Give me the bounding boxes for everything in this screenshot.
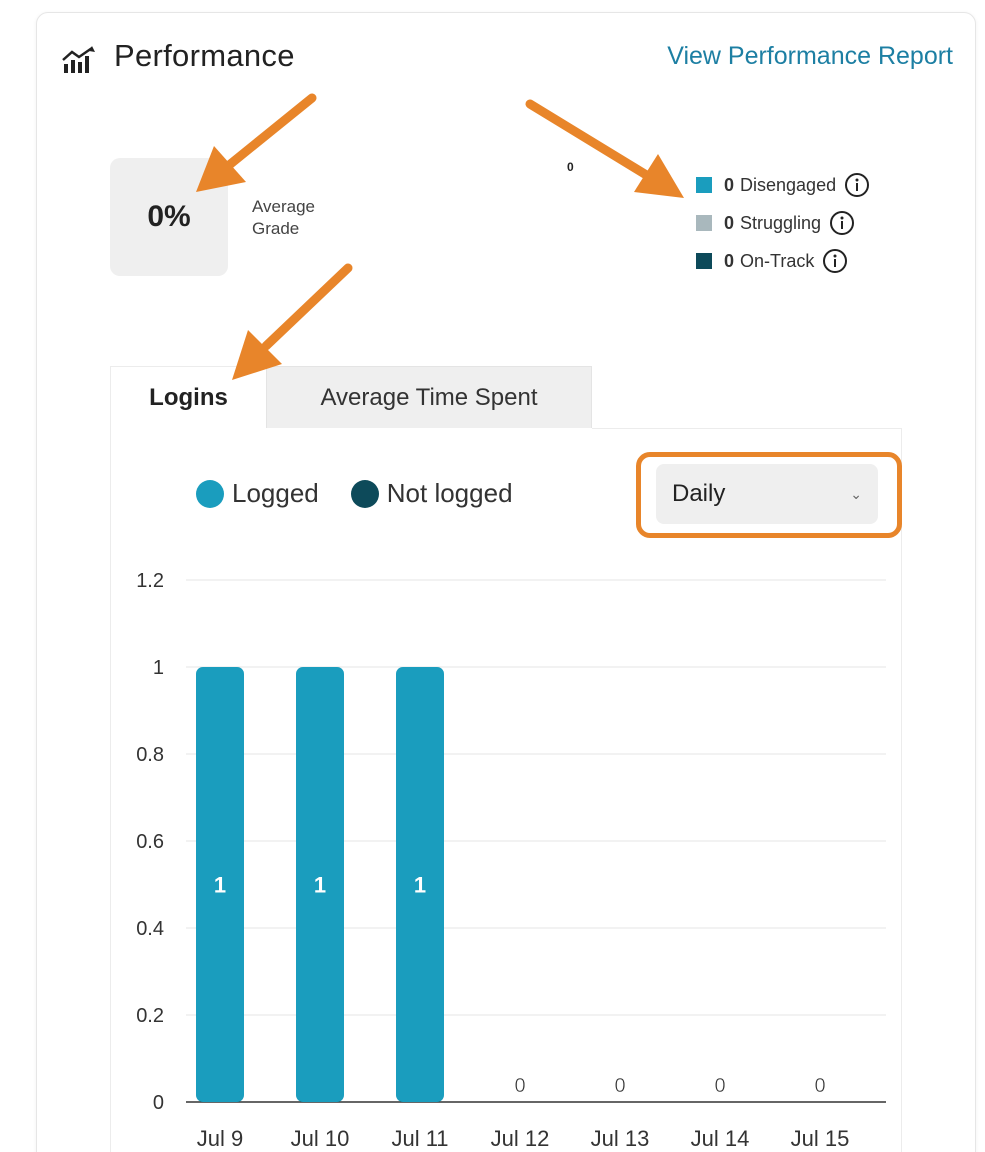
bar-data-label: 0 (814, 1075, 825, 1097)
chart-legend: Logged Not logged (196, 478, 545, 509)
status-row-struggling: 0 Struggling (696, 204, 870, 242)
bar-data-label: 1 (214, 873, 226, 898)
average-grade-value: 0% (110, 158, 228, 276)
tab-logins[interactable]: Logins (110, 366, 266, 428)
tab-average-time-spent[interactable]: Average Time Spent (266, 366, 592, 428)
y-tick-label: 0.8 (136, 744, 164, 766)
y-tick-label: 1 (153, 657, 164, 679)
bar-data-label: 1 (314, 873, 326, 898)
info-icon[interactable] (844, 172, 870, 198)
struggling-swatch (696, 215, 712, 231)
y-tick-label: 0.6 (136, 831, 164, 853)
not-logged-dot (350, 479, 379, 508)
legend-label-not-logged: Not logged (386, 478, 513, 508)
y-tick-label: 0 (153, 1092, 164, 1114)
logins-bar-chart: 0 0.2 0.4 0.6 0.8 1 1.2 1 Jul 9 1 Jul 10 1 Jul 11 0 Ju… (136, 570, 886, 1151)
average-grade-label: Average Grade (252, 197, 316, 238)
chart-tabs: Logins Average Time Spent (110, 366, 592, 428)
view-performance-report-link[interactable]: View Performance Report (667, 42, 953, 71)
period-select[interactable]: Daily ⌄ (656, 464, 878, 524)
bar-data-label: 0 (714, 1075, 725, 1097)
y-tick-label: 1.2 (136, 570, 164, 592)
disengaged-label: Disengaged (740, 174, 837, 195)
page-title: Performance (114, 38, 295, 73)
disengaged-swatch (696, 177, 712, 193)
legend-item-logged[interactable]: Logged (196, 478, 319, 509)
line-chart-icon (62, 46, 95, 73)
x-tick-label: Jul 15 (791, 1126, 850, 1151)
bar-data-label: 0 (614, 1075, 625, 1097)
y-tick-label: 0.2 (136, 1005, 164, 1027)
x-tick-label: Jul 14 (691, 1126, 750, 1151)
legend-item-not-logged[interactable]: Not logged (350, 478, 513, 509)
struggling-count: 0 (724, 212, 735, 233)
x-tick-label: Jul 13 (591, 1126, 650, 1151)
status-row-on-track: 0 On-Track (696, 242, 870, 280)
donut-center-value: 0 (567, 160, 574, 174)
chart-panel-border (592, 428, 902, 429)
logged-dot (196, 479, 224, 508)
struggling-label: Struggling (740, 212, 822, 233)
disengaged-count: 0 (724, 174, 735, 195)
on-track-swatch (696, 253, 712, 269)
y-tick-label: 0.4 (136, 918, 164, 940)
on-track-label: On-Track (740, 250, 815, 271)
info-icon[interactable] (829, 210, 855, 236)
x-tick-label: Jul 12 (491, 1126, 550, 1151)
x-tick-label: Jul 9 (197, 1126, 243, 1151)
chevron-down-icon: ⌄ (850, 486, 862, 502)
status-row-disengaged: 0 Disengaged (696, 166, 870, 204)
bar-data-label: 1 (414, 873, 426, 898)
status-legend: 0 Disengaged 0 Struggling 0 On-Track (696, 166, 870, 280)
info-icon[interactable] (822, 248, 848, 274)
period-select-value: Daily (672, 480, 726, 507)
x-tick-label: Jul 11 (391, 1126, 448, 1151)
on-track-count: 0 (724, 250, 735, 271)
x-tick-label: Jul 10 (291, 1126, 350, 1151)
legend-label-logged: Logged (232, 478, 319, 508)
bar-data-label: 0 (514, 1075, 525, 1097)
